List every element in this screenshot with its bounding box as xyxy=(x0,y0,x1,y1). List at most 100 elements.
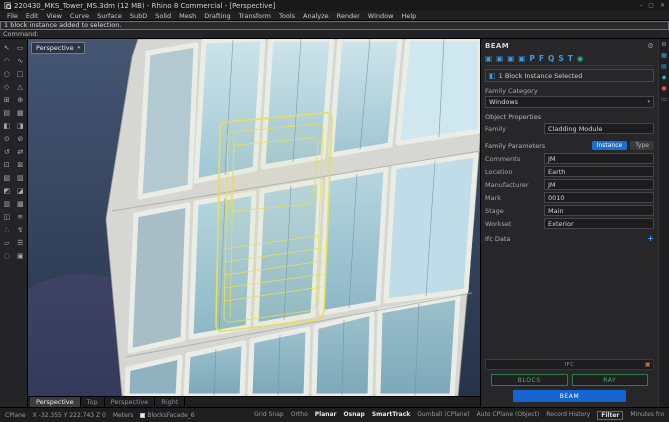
toolbar-icon-30[interactable]: ↯ xyxy=(14,223,28,236)
menu-item-transform[interactable]: Transform xyxy=(235,11,275,21)
command-prompt[interactable]: Command: xyxy=(0,30,669,39)
viewport-3d-scene[interactable] xyxy=(28,39,480,396)
menu-item-drafting[interactable]: Drafting xyxy=(200,11,234,21)
toolbar-icon-20[interactable]: ⊠ xyxy=(14,158,28,171)
status-toggle-osnap[interactable]: Osnap xyxy=(344,411,365,420)
param-input-stage[interactable]: Main xyxy=(544,205,654,216)
toolbar-icon-18[interactable]: ⇄ xyxy=(14,145,28,158)
cplane-button[interactable]: CPlane xyxy=(5,412,26,419)
folder-icon[interactable]: ▣ xyxy=(496,54,503,63)
status-toggle-ortho[interactable]: Ortho xyxy=(291,411,308,420)
menu-item-file[interactable]: File xyxy=(3,11,22,21)
status-toggle-planar[interactable]: Planar xyxy=(315,411,337,420)
param-input-mark[interactable]: 0010 xyxy=(544,192,654,203)
tab-s-icon[interactable]: S xyxy=(558,54,563,63)
toolbar-icon-27[interactable]: ◫ xyxy=(0,210,14,223)
param-input-manufacturer[interactable]: JM xyxy=(544,179,654,190)
ifc-bar-button[interactable]: IFC ▣ xyxy=(485,359,654,370)
menu-item-curve[interactable]: Curve xyxy=(66,11,93,21)
add-ifc-button[interactable]: + xyxy=(647,235,654,243)
viewport-title-label[interactable]: Perspective ▾ xyxy=(31,42,86,54)
type-button[interactable]: Type xyxy=(630,141,654,150)
status-toggle-auto-cplane-object[interactable]: Auto CPlane (Object) xyxy=(477,411,540,420)
menu-item-solid[interactable]: Solid xyxy=(151,11,175,21)
tab-t-icon[interactable]: T xyxy=(568,54,573,63)
menu-item-render[interactable]: Render xyxy=(333,11,364,21)
toolbar-icon-28[interactable]: ≋ xyxy=(14,210,28,223)
menu-item-analyze[interactable]: Analyze xyxy=(299,11,333,21)
toolbar-icon-3[interactable]: ◠ xyxy=(0,54,14,67)
family-input[interactable]: Cladding Module xyxy=(544,123,654,134)
toolbar-icon-13[interactable]: ◧ xyxy=(0,119,14,132)
toolbar-icon-7[interactable]: ◇ xyxy=(0,80,14,93)
toolbar-icon-6[interactable]: □ xyxy=(14,67,28,80)
toolbar-icon-14[interactable]: ◨ xyxy=(14,119,28,132)
menu-item-view[interactable]: View xyxy=(42,11,65,21)
toolbar-icon-9[interactable]: ⊞ xyxy=(0,93,14,106)
toolbar-icon-16[interactable]: ⊘ xyxy=(14,132,28,145)
toolbar-icon-22[interactable]: ▨ xyxy=(14,171,28,184)
toolbar-icon-34[interactable]: ▣ xyxy=(14,249,28,262)
view-tab-right-3[interactable]: Right xyxy=(155,397,186,407)
toolbar-icon-12[interactable]: ▦ xyxy=(14,106,28,119)
folder-icon[interactable]: ▣ xyxy=(518,54,525,63)
family-category-select[interactable]: Windows ▾ xyxy=(485,96,654,108)
instance-button[interactable]: Instance xyxy=(591,141,628,150)
selected-block-outline[interactable] xyxy=(215,112,333,332)
minimize-icon[interactable]: – xyxy=(639,0,642,11)
toolbar-icon-29[interactable]: ∴ xyxy=(0,223,14,236)
status-toggle-smarttrack[interactable]: SmartTrack xyxy=(372,411,410,420)
tab-p-icon[interactable]: P xyxy=(529,54,535,63)
toolbar-icon-8[interactable]: △ xyxy=(14,80,28,93)
toolbar-icon-21[interactable]: ▧ xyxy=(0,171,14,184)
panel-blue-icon[interactable]: ▦ xyxy=(661,53,667,59)
status-toggle-grid-snap[interactable]: Grid Snap xyxy=(254,411,284,420)
toolbar-icon-11[interactable]: ▤ xyxy=(0,106,14,119)
current-layer[interactable]: BlocksFacade_6 xyxy=(140,412,195,419)
toolbar-icon-17[interactable]: ↺ xyxy=(0,145,14,158)
toolbar-icon-23[interactable]: ◩ xyxy=(0,184,14,197)
toolbar-icon-32[interactable]: ☰ xyxy=(14,236,28,249)
menu-item-edit[interactable]: Edit xyxy=(22,11,43,21)
gear-icon[interactable]: ⚙ xyxy=(647,42,654,50)
view-tab-perspective-0[interactable]: Perspective xyxy=(30,397,81,407)
status-toggle-minutes-fro[interactable]: Minutes fro xyxy=(630,411,664,420)
toolbar-icon-26[interactable]: ▩ xyxy=(14,197,28,210)
blocs-button[interactable]: BLOCS xyxy=(491,374,568,386)
menu-item-window[interactable]: Window xyxy=(364,11,398,21)
toolbar-icon-2[interactable]: ▭ xyxy=(14,41,28,54)
status-toggle-filter[interactable]: Filter xyxy=(597,410,624,420)
folder-icon[interactable]: ▣ xyxy=(507,54,514,63)
toolbar-icon-4[interactable]: ∿ xyxy=(14,54,28,67)
ray-button[interactable]: RAY xyxy=(571,374,648,386)
toolbar-icon-10[interactable]: ⊕ xyxy=(14,93,28,106)
beam-button[interactable]: BEAM xyxy=(513,390,626,402)
view-tab-perspective-2[interactable]: Perspective xyxy=(105,397,156,407)
panel-gray-icon[interactable]: ▭ xyxy=(661,97,667,103)
param-input-location[interactable]: Earth xyxy=(544,166,654,177)
units-label[interactable]: Meters xyxy=(113,412,134,419)
close-icon[interactable]: ✕ xyxy=(660,0,665,11)
command-history-line[interactable]: 1 block instance added to selection. xyxy=(0,21,669,30)
circle-icon[interactable]: ◉ xyxy=(577,54,584,63)
panel-red-icon[interactable]: ● xyxy=(661,86,666,92)
menu-item-mesh[interactable]: Mesh xyxy=(175,11,200,21)
status-toggle-record-history[interactable]: Record History xyxy=(546,411,590,420)
panel-teal-icon[interactable]: ◆ xyxy=(662,75,667,81)
tab-f-icon[interactable]: F xyxy=(539,54,544,63)
toolbar-icon-15[interactable]: ⊙ xyxy=(0,132,14,145)
gear-icon[interactable]: ⚙ xyxy=(661,42,666,48)
status-toggle-gumball-cplane[interactable]: Gumball (CPlane) xyxy=(417,411,469,420)
folder-icon[interactable]: ▣ xyxy=(485,54,492,63)
toolbar-icon-25[interactable]: ▥ xyxy=(0,197,14,210)
toolbar-icon-5[interactable]: ○ xyxy=(0,67,14,80)
toolbar-icon-24[interactable]: ◪ xyxy=(14,184,28,197)
tab-q-icon[interactable]: Q xyxy=(548,54,554,63)
panel-layers-icon[interactable]: ▤ xyxy=(661,64,667,70)
param-input-workset[interactable]: Exterior xyxy=(544,218,654,229)
toolbar-icon-33[interactable]: ◌ xyxy=(0,249,14,262)
toolbar-icon-1[interactable]: ↖ xyxy=(0,41,14,54)
view-tab-top-1[interactable]: Top xyxy=(81,397,105,407)
param-input-comments[interactable]: JM xyxy=(544,153,654,164)
maximize-icon[interactable]: ▢ xyxy=(648,0,654,11)
